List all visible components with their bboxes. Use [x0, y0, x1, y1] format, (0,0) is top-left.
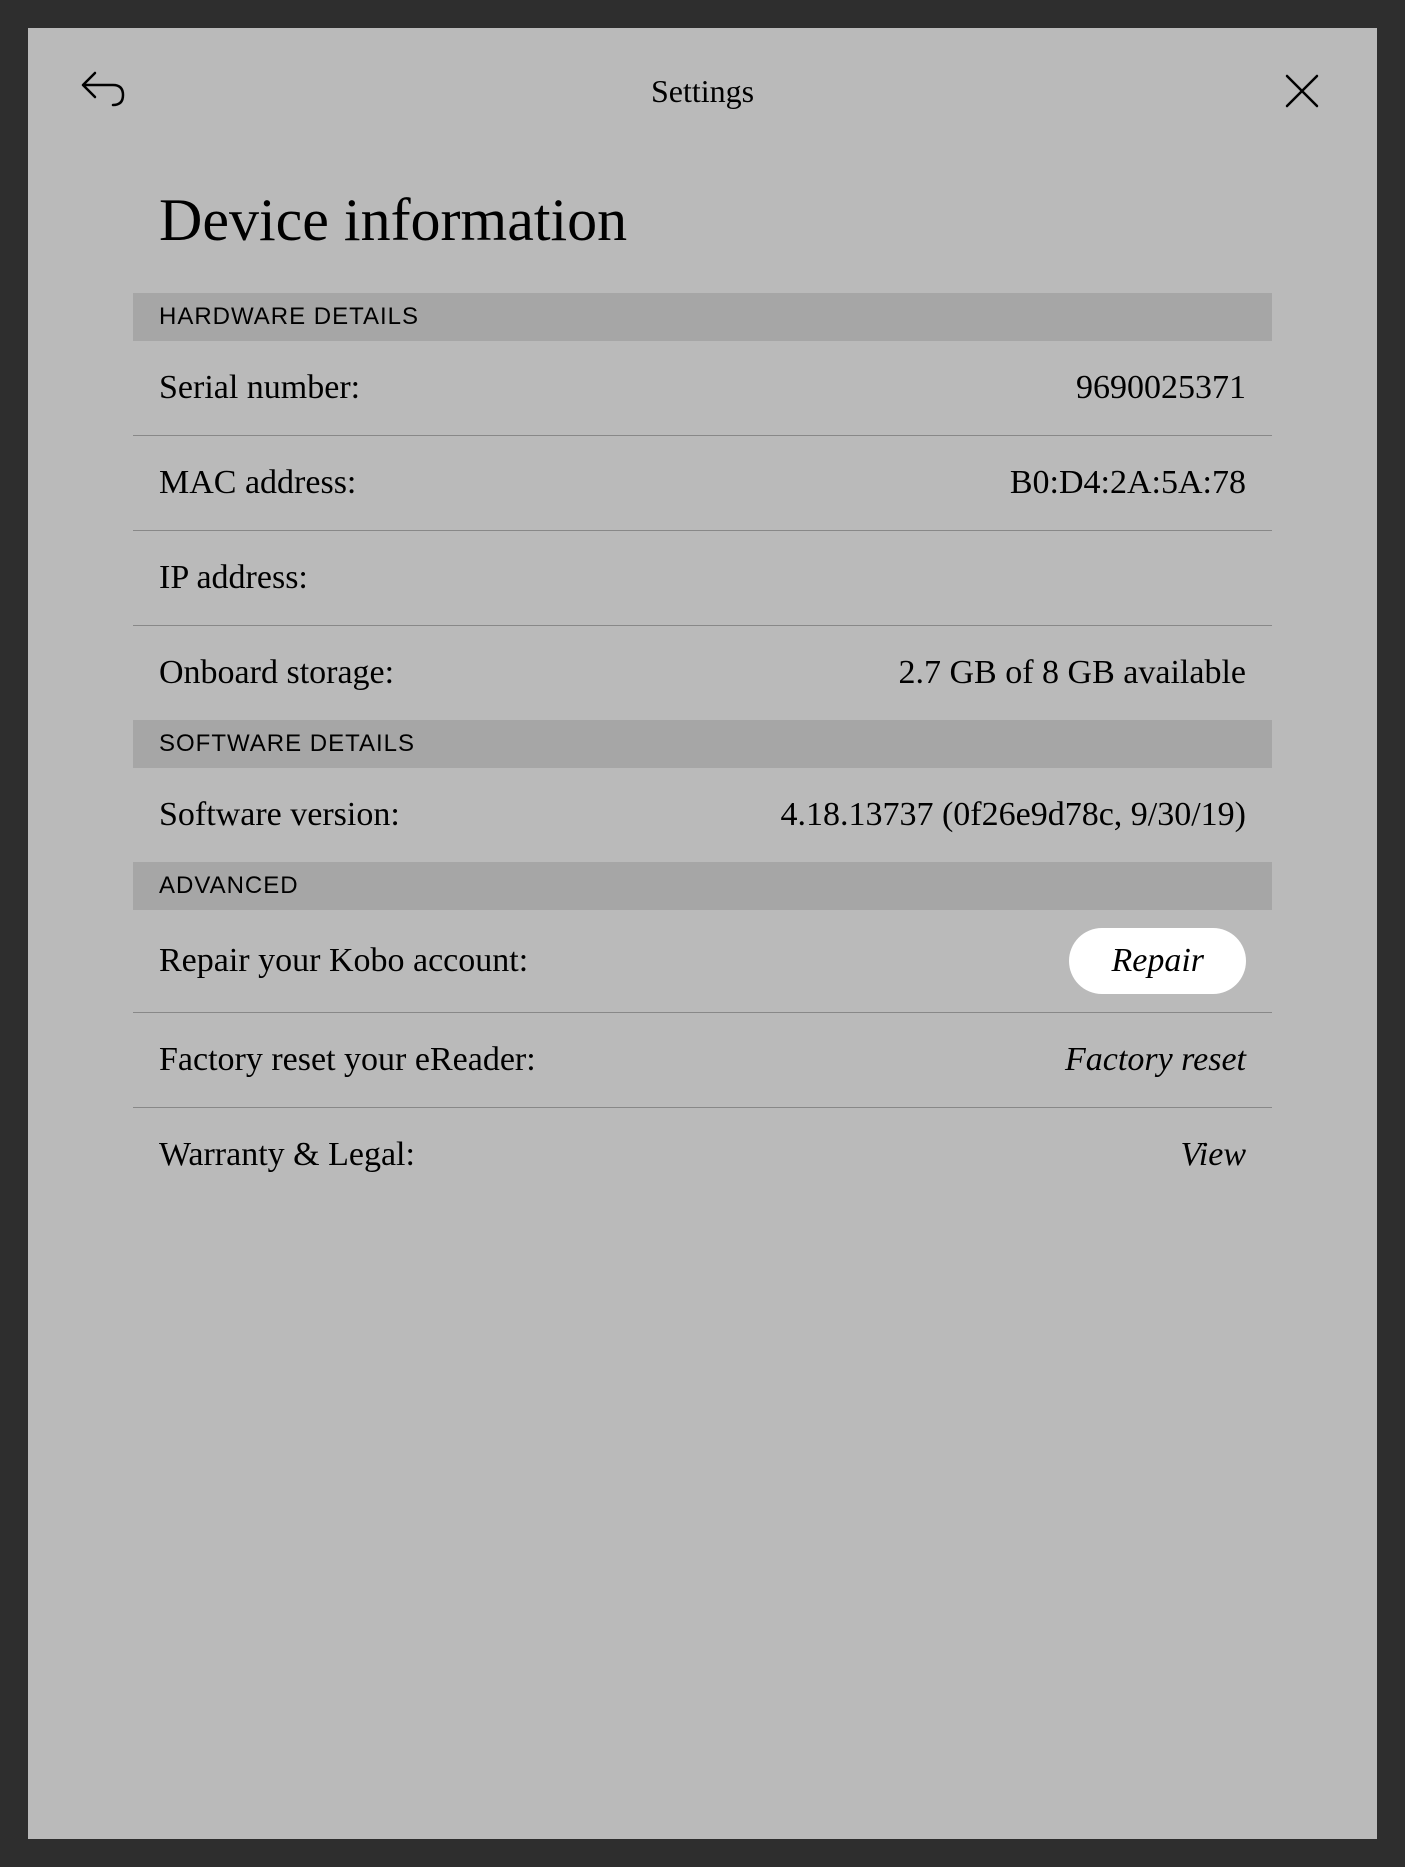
reset-action[interactable]: Factory reset — [1065, 1041, 1246, 1079]
repair-label: Repair your Kobo account: — [159, 942, 528, 980]
software-rows: Software version: 4.18.13737 (0f26e9d78c… — [133, 768, 1272, 862]
version-label: Software version: — [159, 796, 400, 834]
close-icon — [1283, 72, 1321, 110]
mac-value: B0:D4:2A:5A:78 — [1010, 464, 1246, 502]
row-reset: Factory reset your eReader: Factory rese… — [133, 1013, 1272, 1108]
header-bar: Settings — [28, 28, 1377, 136]
row-repair: Repair your Kobo account: Repair — [133, 910, 1272, 1013]
storage-label: Onboard storage: — [159, 654, 394, 692]
section-header-hardware: HARDWARE DETAILS — [133, 293, 1272, 341]
header-title: Settings — [651, 73, 754, 110]
back-button[interactable] — [78, 66, 128, 116]
back-arrow-icon — [79, 69, 127, 113]
serial-value: 9690025371 — [1076, 369, 1246, 407]
close-button[interactable] — [1277, 66, 1327, 116]
advanced-rows: Repair your Kobo account: Repair Factory… — [133, 910, 1272, 1202]
mac-label: MAC address: — [159, 464, 356, 502]
section-header-advanced: ADVANCED — [133, 862, 1272, 910]
row-ip: IP address: — [133, 531, 1272, 626]
row-serial: Serial number: 9690025371 — [133, 341, 1272, 436]
ip-label: IP address: — [159, 559, 308, 597]
page-title: Device information — [133, 186, 1272, 255]
repair-button[interactable]: Repair — [1069, 928, 1246, 994]
warranty-action[interactable]: View — [1181, 1136, 1246, 1174]
reset-label: Factory reset your eReader: — [159, 1041, 536, 1079]
row-warranty: Warranty & Legal: View — [133, 1108, 1272, 1202]
row-storage: Onboard storage: 2.7 GB of 8 GB availabl… — [133, 626, 1272, 720]
section-header-software: SOFTWARE DETAILS — [133, 720, 1272, 768]
storage-value: 2.7 GB of 8 GB available — [899, 654, 1247, 692]
serial-label: Serial number: — [159, 369, 360, 407]
row-version: Software version: 4.18.13737 (0f26e9d78c… — [133, 768, 1272, 862]
hardware-rows: Serial number: 9690025371 MAC address: B… — [133, 341, 1272, 720]
row-mac: MAC address: B0:D4:2A:5A:78 — [133, 436, 1272, 531]
warranty-label: Warranty & Legal: — [159, 1136, 415, 1174]
settings-screen: Settings Device information HARDWARE DET… — [28, 28, 1377, 1839]
version-value: 4.18.13737 (0f26e9d78c, 9/30/19) — [780, 796, 1246, 834]
content-area: Device information HARDWARE DETAILS Seri… — [28, 136, 1377, 1202]
